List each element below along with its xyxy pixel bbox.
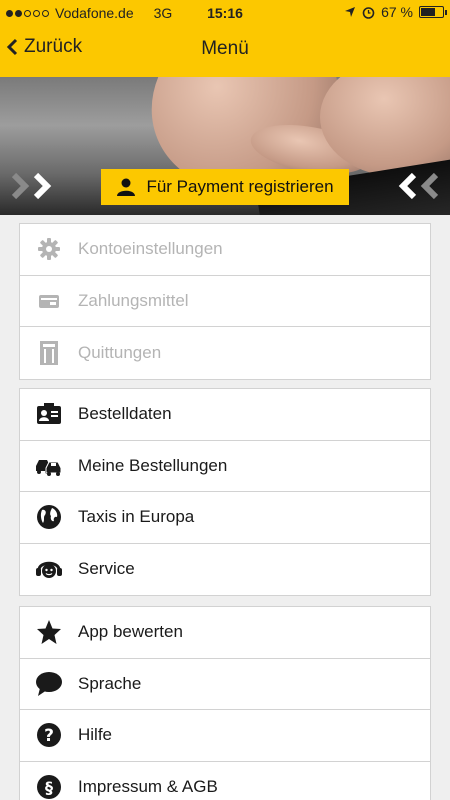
- menu-item-sprache[interactable]: Sprache: [20, 659, 430, 710]
- menu-item-quittungen[interactable]: Quittungen: [20, 327, 430, 379]
- menu-item-label: Impressum & AGB: [78, 777, 218, 797]
- menu-item-hilfe[interactable]: ? Hilfe: [20, 710, 430, 762]
- gear-icon: [38, 238, 60, 261]
- battery-icon: [419, 6, 447, 18]
- menu-item-kontoeinstellungen[interactable]: Kontoeinstellungen: [20, 224, 430, 276]
- menu-item-label: Kontoeinstellungen: [78, 239, 223, 259]
- register-payment-label: Für Payment registrieren: [146, 177, 334, 196]
- svg-text:?: ?: [44, 726, 54, 746]
- menu-item-label: Sprache: [78, 673, 142, 693]
- menu-item-label: Bestelldaten: [78, 404, 172, 424]
- user-icon: [117, 178, 136, 196]
- register-payment-button[interactable]: Für Payment registrieren: [101, 169, 349, 205]
- menu-item-bestelldaten[interactable]: Bestelldaten: [20, 389, 430, 441]
- menu-item-label: Quittungen: [78, 342, 162, 362]
- menu-item-label: Service: [78, 559, 135, 579]
- info-menu-group: App bewerten Sprache ? Hilfe § Impressum…: [19, 606, 431, 800]
- menu-item-impressum-agb[interactable]: § Impressum & AGB: [20, 762, 430, 800]
- menu-item-label: Meine Bestellungen: [78, 455, 228, 475]
- id-card-icon: [37, 403, 61, 425]
- question-icon: ?: [37, 723, 61, 748]
- location-arrow-icon: [345, 7, 356, 17]
- paragraph-icon: §: [37, 775, 61, 800]
- top-bar: Vodafone.de 3G 15:16 67 % Zurück Menü: [0, 0, 450, 77]
- svg-text:§: §: [45, 778, 53, 797]
- alarm-icon: [362, 6, 375, 19]
- battery-percent: 67 %: [381, 4, 413, 20]
- speech-bubble-icon: [36, 671, 62, 696]
- hero-banner: Für Payment registrieren: [0, 77, 450, 215]
- menu-item-label: Taxis in Europa: [78, 507, 195, 527]
- menu-item-label: Zahlungsmittel: [78, 290, 189, 310]
- arrows-right-icon: [12, 173, 58, 199]
- arrows-left-icon: [392, 173, 438, 199]
- menu-item-zahlungsmittel[interactable]: Zahlungsmittel: [20, 276, 430, 327]
- star-icon: [37, 620, 61, 645]
- headset-icon: [36, 562, 62, 579]
- menu-item-app-bewerten[interactable]: App bewerten: [20, 607, 430, 659]
- page-title: Menü: [201, 38, 249, 59]
- orders-menu-group: Bestelldaten Meine Bestellungen Taxis in…: [19, 388, 431, 596]
- wallet-icon: [39, 294, 59, 308]
- receipt-icon: [40, 340, 58, 365]
- taxis-icon: [36, 459, 62, 476]
- globe-icon: [37, 505, 61, 530]
- menu-item-taxis-in-europa[interactable]: Taxis in Europa: [20, 492, 430, 544]
- navigation-bar: Zurück Menü: [0, 26, 450, 77]
- status-bar: Vodafone.de 3G 15:16 67 %: [0, 0, 450, 26]
- menu-item-label: Hilfe: [78, 725, 113, 745]
- menu-item-meine-bestellungen[interactable]: Meine Bestellungen: [20, 441, 430, 492]
- menu-item-service[interactable]: Service: [20, 544, 430, 596]
- account-menu-group: Kontoeinstellungen Zahlungsmittel Quittu…: [19, 223, 431, 380]
- menu-item-label: App bewerten: [78, 622, 183, 642]
